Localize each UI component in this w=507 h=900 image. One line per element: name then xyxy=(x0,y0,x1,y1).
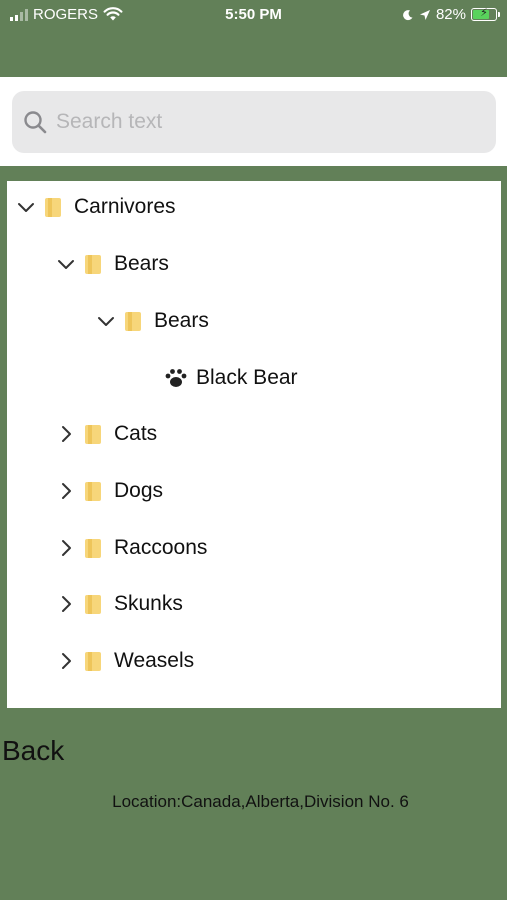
tree-node-raccoons[interactable]: Raccoons xyxy=(56,528,207,568)
folder-icon xyxy=(85,539,101,558)
tree-node-label: Skunks xyxy=(114,592,183,615)
charging-bolt-icon: ⚡ xyxy=(480,7,488,19)
tree-node-label: Cats xyxy=(114,422,158,445)
tree-node-cats[interactable]: Cats xyxy=(56,414,157,454)
paw-icon xyxy=(165,369,187,387)
tree-node-label: Dogs xyxy=(114,479,164,502)
tree-node-label: Black Bear xyxy=(196,366,298,389)
tree-node-bears-sub[interactable]: Bears xyxy=(96,301,209,341)
tree-node-weasels[interactable]: Weasels xyxy=(56,641,194,681)
folder-icon xyxy=(85,425,101,444)
battery-percent: 82% xyxy=(435,6,466,23)
tree-node-bears[interactable]: Bears xyxy=(56,244,169,284)
chevron-right-icon[interactable] xyxy=(56,481,76,501)
tree-node-label: Weasels xyxy=(114,649,195,672)
chevron-right-icon[interactable] xyxy=(56,424,76,444)
chevron-down-icon[interactable] xyxy=(96,311,116,331)
tree-node-dogs[interactable]: Dogs xyxy=(56,471,163,511)
folder-icon xyxy=(45,198,61,217)
folder-icon xyxy=(85,482,101,501)
moon-icon xyxy=(403,9,413,20)
search-bar-container xyxy=(0,77,507,166)
chevron-right-icon[interactable] xyxy=(56,594,76,614)
folder-icon xyxy=(125,312,141,331)
search-icon xyxy=(24,111,47,134)
status-bar: ROGERS 5:50 PM 82% ⚡ xyxy=(0,0,507,32)
folder-icon xyxy=(85,595,101,614)
battery-icon: ⚡ xyxy=(471,7,500,21)
tree-node-black-bear[interactable]: Black Bear xyxy=(164,358,298,398)
app-screen: ROGERS 5:50 PM 82% ⚡ Search text Carnivo… xyxy=(0,0,507,900)
search-input[interactable] xyxy=(54,101,478,143)
tree-view: Carnivores Bears Bears Black Bear Cats D… xyxy=(7,181,501,708)
chevron-right-icon[interactable] xyxy=(56,651,76,671)
tree-node-skunks[interactable]: Skunks xyxy=(56,584,183,624)
tree-node-label: Raccoons xyxy=(114,536,208,559)
location-label: Location:Canada,Alberta,Division No. 6 xyxy=(0,792,507,812)
chevron-down-icon[interactable] xyxy=(56,254,76,274)
tree-node-label: Carnivores xyxy=(74,195,176,218)
search-field[interactable] xyxy=(12,91,496,153)
folder-icon xyxy=(85,652,101,671)
chevron-down-icon[interactable] xyxy=(16,197,36,217)
chevron-right-icon[interactable] xyxy=(56,538,76,558)
folder-icon xyxy=(85,255,101,274)
back-button[interactable]: Back xyxy=(2,735,64,767)
location-arrow-icon xyxy=(419,9,430,20)
tree-node-carnivores[interactable]: Carnivores xyxy=(16,187,176,227)
status-right: 82% ⚡ xyxy=(402,6,500,23)
tree-node-label: Bears xyxy=(114,252,169,275)
location-text: Location:Canada,Alberta,Division No. 6 xyxy=(112,792,409,811)
tree-node-label: Bears xyxy=(154,309,209,332)
